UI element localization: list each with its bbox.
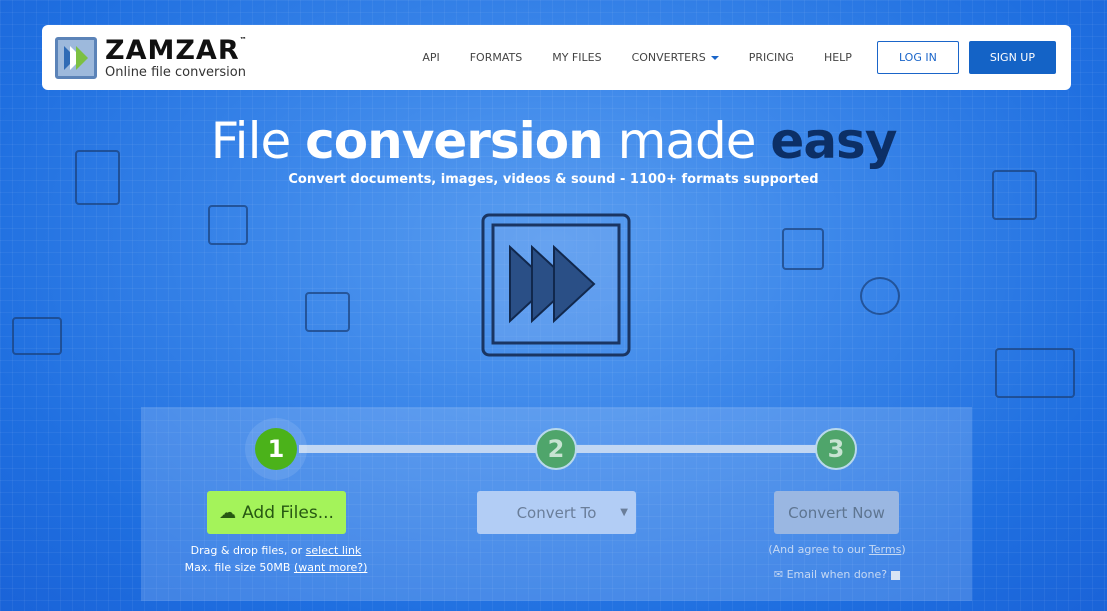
play-doodle-icon <box>860 277 900 315</box>
envelope-icon: ✉ <box>773 568 784 581</box>
signup-button[interactable]: SIGN UP <box>968 41 1056 74</box>
add-files-label: Add Files... <box>242 502 334 523</box>
nav-converters-label: CONVERTERS <box>631 51 706 64</box>
nav-pricing[interactable]: PRICING <box>749 51 794 64</box>
hero-title: File conversion made easy <box>210 112 898 170</box>
film-doodle-icon <box>305 292 350 332</box>
step-2-badge: 2 <box>535 428 577 470</box>
nav-help[interactable]: HELP <box>824 51 852 64</box>
step-3-badge: 3 <box>815 428 857 470</box>
cloud-upload-icon: ☁ <box>219 502 237 523</box>
hero-subtitle: Convert documents, images, videos & soun… <box>288 172 819 187</box>
conversion-panel: 1 2 3 ☁ Add Files... Convert To ▼ Convert … <box>141 407 972 601</box>
brand-name: ZAMZAR <box>105 34 240 66</box>
email-option[interactable]: ✉ Email when done? <box>737 566 937 583</box>
nav-converters[interactable]: CONVERTERS <box>632 51 719 64</box>
top-navbar: ZAMZAR™ Online file conversion API FORMA… <box>42 25 1071 90</box>
caret-down-icon <box>710 56 719 60</box>
login-button[interactable]: LOG IN <box>876 41 959 74</box>
image-doodle-icon <box>208 205 248 245</box>
terms-hint: (And agree to our Terms) ✉ Email when do… <box>737 541 937 583</box>
nav-formats[interactable]: FORMATS <box>470 51 523 64</box>
terms-link[interactable]: Terms <box>869 543 901 556</box>
select-link[interactable]: select link <box>306 544 362 557</box>
upload-hint: Drag & drop files, or select link Max. f… <box>184 544 368 574</box>
cassette-doodle-icon <box>12 317 62 355</box>
zamzar-logo[interactable]: ZAMZAR™ Online file conversion <box>55 34 248 80</box>
step-1-badge: 1 <box>255 428 297 470</box>
want-more-link[interactable]: (want more?) <box>294 561 367 574</box>
add-files-button[interactable]: ☁ Add Files... <box>207 491 346 534</box>
nav-api[interactable]: API <box>422 51 439 64</box>
nav-my-files[interactable]: MY FILES <box>552 51 601 64</box>
email-label: Email when done? <box>786 568 888 581</box>
convert-to-label: Convert To <box>516 503 597 522</box>
chevron-down-icon: ▼ <box>620 507 628 518</box>
email-checkbox[interactable] <box>891 570 901 580</box>
brand-tagline: Online file conversion <box>105 64 246 80</box>
convert-to-select[interactable]: Convert To ▼ <box>477 491 636 534</box>
refresh-doodle-icon <box>782 228 824 270</box>
laptop-doodle-icon <box>995 348 1075 398</box>
convert-now-button[interactable]: Convert Now <box>774 491 899 534</box>
logo-arrows-icon <box>55 36 97 79</box>
fast-forward-illustration-icon <box>480 212 632 362</box>
trademark: ™ <box>239 35 248 44</box>
